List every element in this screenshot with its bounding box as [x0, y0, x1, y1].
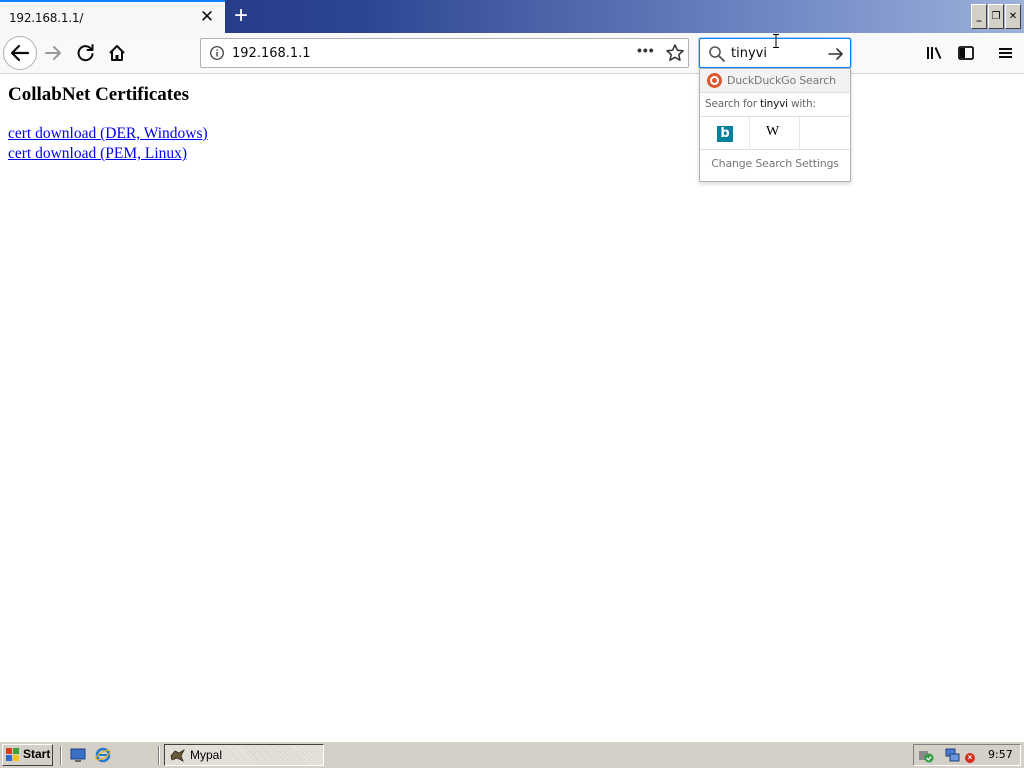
page-actions-menu-icon[interactable]: ••• — [637, 42, 655, 58]
start-button[interactable]: Start — [2, 744, 53, 766]
tab-active[interactable]: 192.168.1.1/ ✕ — [0, 0, 225, 33]
system-tray: × 9:57 — [913, 744, 1021, 766]
search-term: tinyvi — [760, 98, 788, 110]
library-icon — [927, 47, 942, 59]
start-label: Start — [23, 747, 51, 761]
show-desktop-icon[interactable] — [70, 747, 86, 763]
new-tab-button[interactable]: + — [230, 4, 252, 28]
network-icon[interactable] — [945, 748, 961, 763]
cert-download-pem-link[interactable]: cert download (PEM, Linux) — [8, 145, 187, 163]
info-icon[interactable] — [209, 45, 225, 61]
network-error-icon: × — [965, 753, 975, 763]
tab-title: 192.168.1.1/ — [9, 11, 84, 25]
text-cursor-icon — [773, 34, 779, 48]
taskbar: Start Mypal × 9:57 — [0, 741, 1024, 768]
sidebar-button[interactable] — [950, 37, 982, 69]
search-input-value[interactable]: tinyvi — [731, 46, 767, 61]
page-content: CollabNet Certificates cert download (DE… — [0, 75, 1024, 741]
home-button[interactable] — [101, 37, 133, 69]
security-shield-icon[interactable] — [918, 748, 934, 763]
one-off-engines: b W — [700, 116, 850, 150]
arrow-left-icon — [10, 44, 30, 62]
bookmark-star-icon[interactable] — [665, 43, 685, 63]
forward-button[interactable] — [38, 37, 70, 69]
taskbar-item-mypal[interactable]: Mypal — [164, 744, 324, 766]
mypal-app-icon — [170, 748, 185, 762]
address-bar[interactable]: 192.168.1.1 ••• — [200, 38, 689, 68]
wikipedia-engine-button[interactable]: W — [750, 117, 800, 149]
tab-close-icon[interactable]: ✕ — [199, 8, 215, 26]
default-engine-label: DuckDuckGo Search — [727, 74, 836, 87]
search-for-label: Search for tinyvi with: — [705, 98, 816, 110]
windows-logo-icon — [6, 748, 19, 761]
sidebar-icon — [958, 46, 974, 60]
navigation-toolbar: 192.168.1.1 ••• tinyvi — [0, 33, 1024, 74]
search-icon — [709, 46, 725, 62]
bing-engine-button[interactable]: b — [700, 117, 750, 149]
restore-button[interactable]: ❐ — [988, 4, 1004, 29]
page-title: CollabNet Certificates — [8, 84, 189, 105]
window-close-button[interactable]: ✕ — [1005, 4, 1021, 29]
reload-button[interactable] — [70, 37, 102, 69]
clock[interactable]: 9:57 — [988, 748, 1013, 761]
default-engine-row[interactable]: DuckDuckGo Search — [700, 69, 850, 93]
reload-icon — [77, 44, 94, 62]
minimize-button[interactable]: _ — [971, 4, 987, 29]
wikipedia-icon: W — [766, 124, 780, 139]
bing-icon: b — [717, 126, 733, 142]
arrow-right-icon[interactable] — [827, 45, 845, 63]
internet-explorer-icon[interactable] — [95, 747, 111, 763]
cert-download-der-link[interactable]: cert download (DER, Windows) — [8, 125, 208, 143]
url-text[interactable]: 192.168.1.1 — [232, 46, 311, 61]
back-button[interactable] — [3, 36, 37, 70]
hamburger-menu-icon — [999, 48, 1012, 58]
arrow-right-icon — [45, 46, 61, 60]
duckduckgo-icon — [707, 73, 722, 88]
library-button[interactable] — [918, 37, 950, 69]
hamburger-menu-button[interactable] — [990, 37, 1022, 69]
change-search-settings-button[interactable]: Change Search Settings — [700, 157, 850, 170]
quicklaunch-separator — [60, 746, 62, 765]
home-icon — [109, 45, 125, 61]
search-suggestions-popup: DuckDuckGo Search Search for tinyvi with… — [699, 68, 851, 182]
quicklaunch-separator — [158, 746, 160, 765]
taskbar-item-label: Mypal — [190, 748, 223, 762]
title-bar: 192.168.1.1/ ✕ + _ ❐ ✕ — [0, 0, 1024, 33]
